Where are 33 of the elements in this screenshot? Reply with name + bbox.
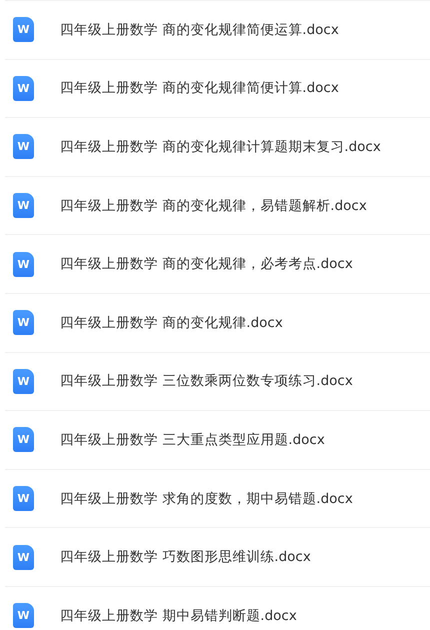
file-row[interactable]: W 四年级上册数学 商的变化规律计算题期末复习.docx <box>5 118 430 177</box>
file-name: 四年级上册数学 三大重点类型应用题.docx <box>60 430 325 449</box>
file-row[interactable]: W 四年级上册数学 商的变化规律，必考考点.docx <box>5 235 430 294</box>
word-file-icon: W <box>13 134 34 160</box>
file-row[interactable]: W 四年级上册数学 三大重点类型应用题.docx <box>5 411 430 470</box>
word-file-icon: W <box>13 193 34 218</box>
file-name: 四年级上册数学 商的变化规律，易错题解析.docx <box>60 196 367 215</box>
word-file-icon: W <box>13 368 34 394</box>
file-name: 四年级上册数学 期中易错判断题.docx <box>60 606 297 625</box>
file-name: 四年级上册数学 商的变化规律简便计算.docx <box>60 79 339 98</box>
file-name: 四年级上册数学 巧数图形思维训练.docx <box>60 548 311 566</box>
file-row[interactable]: W 四年级上册数学 商的变化规律.docx <box>5 294 430 353</box>
word-file-icon: W <box>13 427 34 452</box>
file-row[interactable]: W 四年级上册数学 求角的度数，期中易错题.docx <box>5 470 430 528</box>
word-file-icon: W <box>13 310 34 336</box>
word-file-icon: W <box>13 603 34 628</box>
file-row[interactable]: W 四年级上册数学 商的变化规律简便计算.docx <box>5 60 430 118</box>
word-file-icon: W <box>13 486 34 512</box>
word-file-icon: W <box>13 544 34 570</box>
word-file-icon: W <box>13 17 34 42</box>
file-name: 四年级上册数学 商的变化规律，必考考点.docx <box>60 255 353 274</box>
file-name: 四年级上册数学 商的变化规律计算题期末复习.docx <box>60 138 381 156</box>
file-name: 四年级上册数学 三位数乘两位数专项练习.docx <box>60 372 353 390</box>
file-row[interactable]: W 四年级上册数学 巧数图形思维训练.docx <box>5 528 430 587</box>
file-row[interactable]: W 四年级上册数学 三位数乘两位数专项练习.docx <box>5 352 430 412</box>
file-row[interactable]: W 四年级上册数学 期中易错判断题.docx <box>5 586 430 630</box>
file-row[interactable]: W 四年级上册数学 商的变化规律，易错题解析.docx <box>5 176 430 236</box>
file-name: 四年级上册数学 商的变化规律.docx <box>60 314 283 332</box>
file-row[interactable]: W 四年级上册数学 商的变化规律简便运算.docx <box>5 1 430 60</box>
file-name: 四年级上册数学 商的变化规律简便运算.docx <box>60 20 339 39</box>
word-file-icon: W <box>13 76 34 101</box>
word-file-icon: W <box>13 252 34 277</box>
file-name: 四年级上册数学 求角的度数，期中易错题.docx <box>60 490 353 508</box>
